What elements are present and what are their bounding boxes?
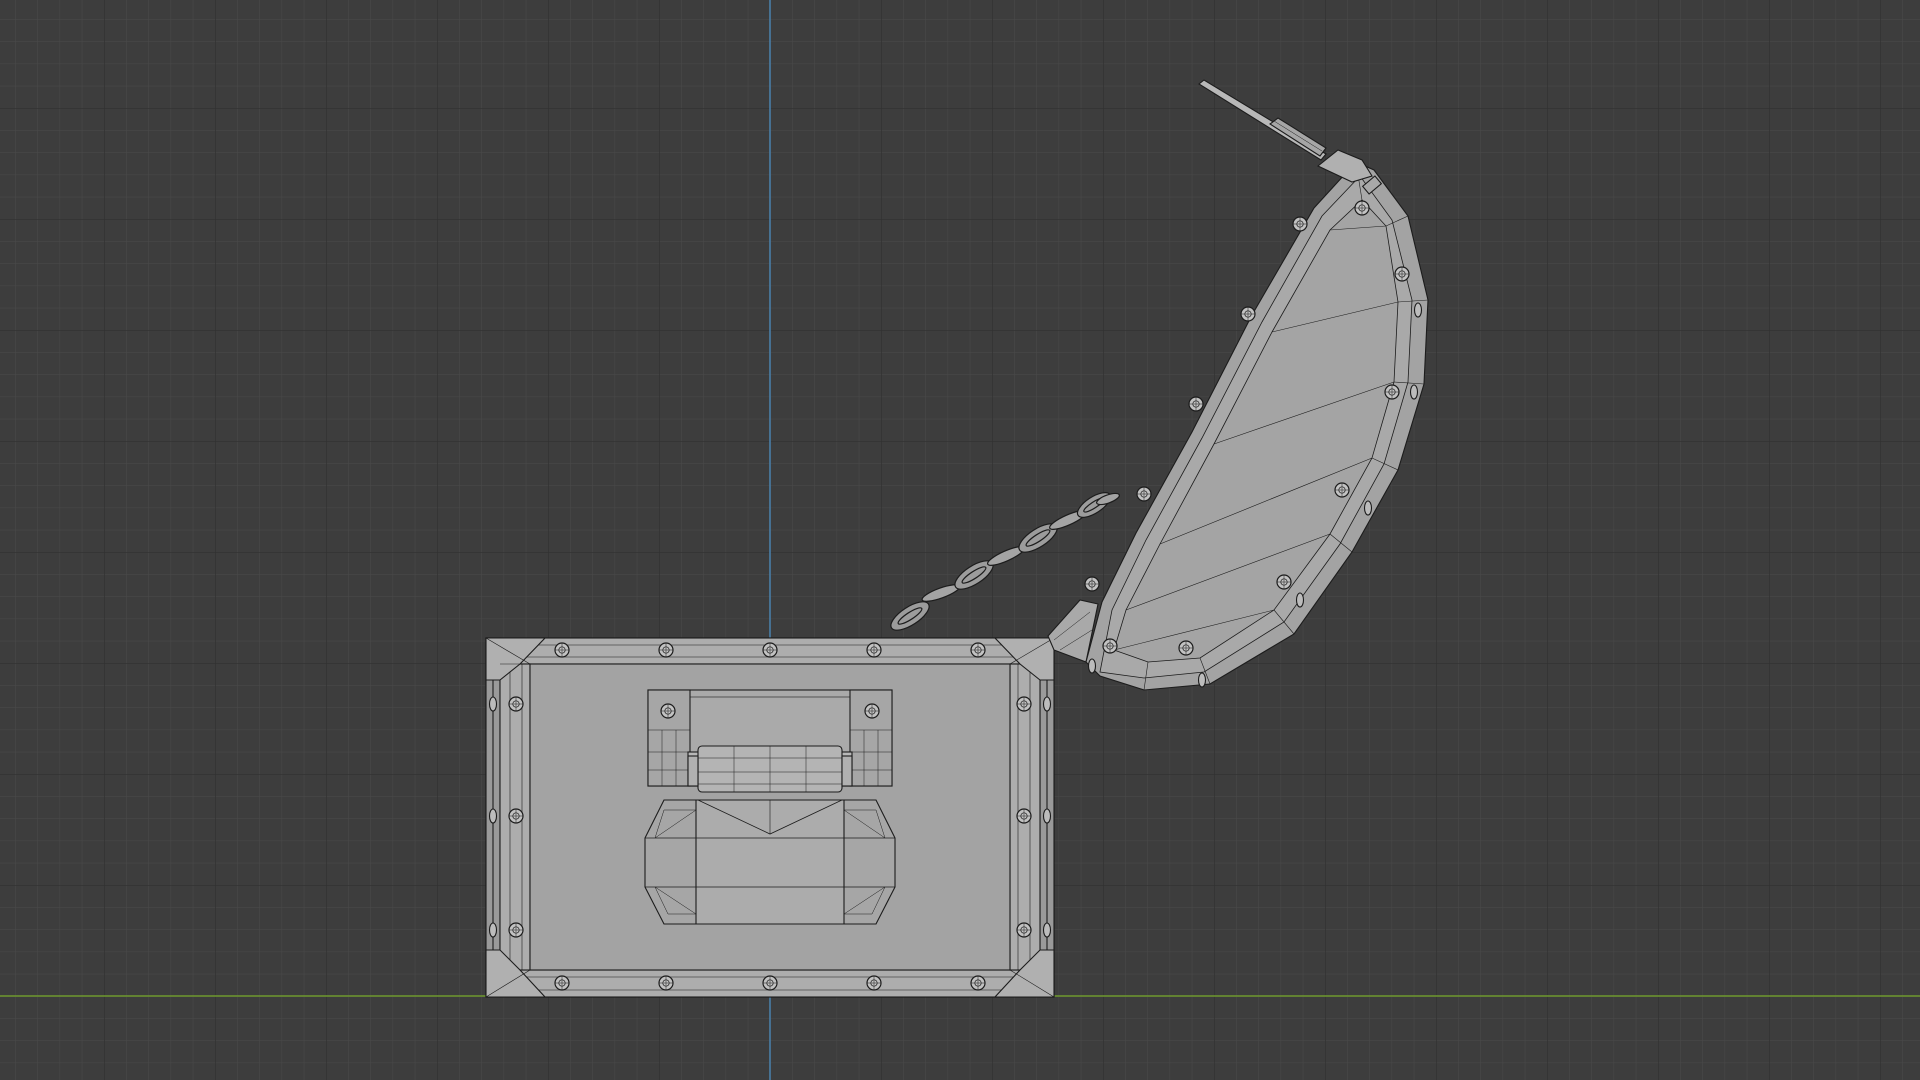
padlock-body[interactable] (644, 799, 896, 925)
3d-viewport[interactable] (0, 0, 1920, 1080)
lock-plate[interactable] (647, 689, 893, 793)
